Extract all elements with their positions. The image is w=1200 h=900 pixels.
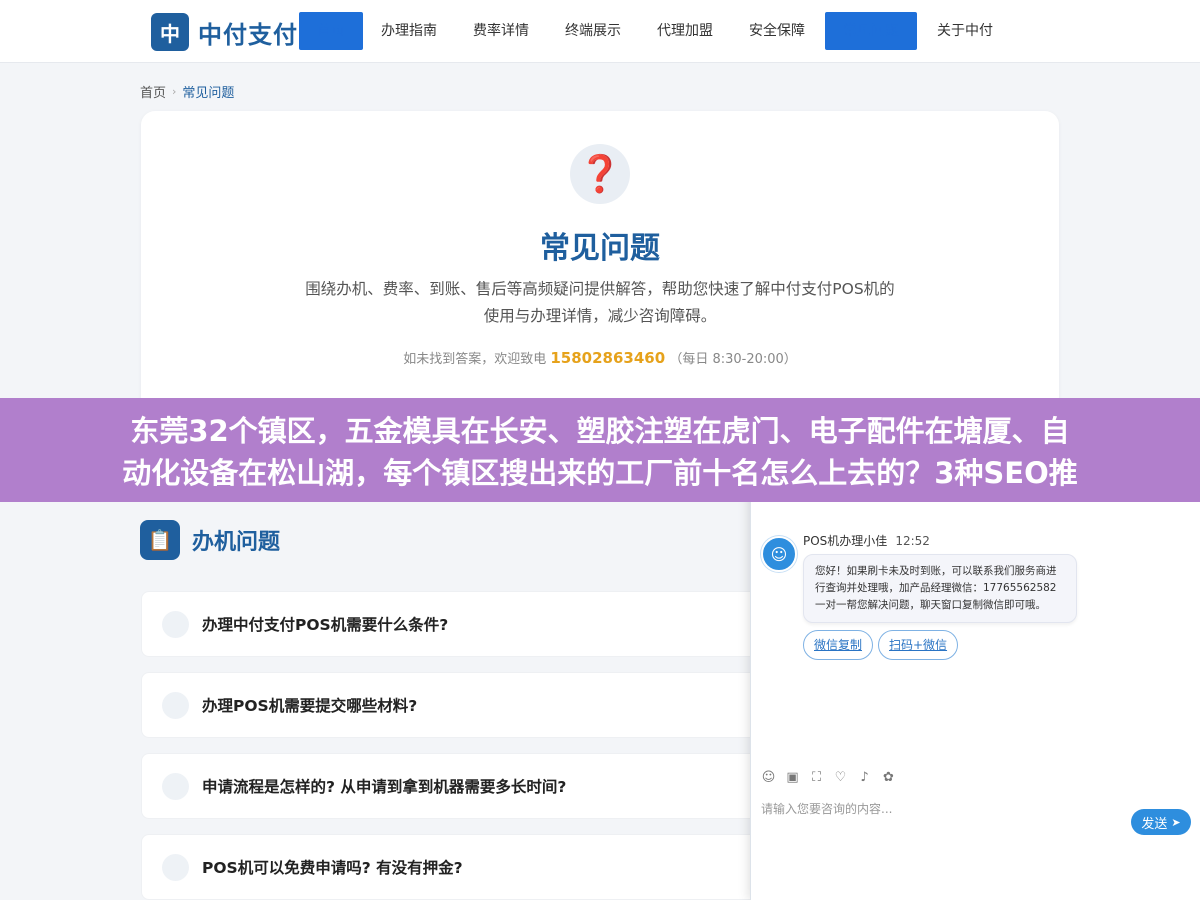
scan-wechat-button[interactable]: 扫码+微信: [878, 630, 959, 660]
faq-marker-icon: [162, 772, 189, 800]
nav-faq[interactable]: 常见问题: [825, 12, 917, 50]
agent-meta: POS机办理小佳 12:52: [803, 532, 930, 549]
faq-hero-card: ❓ 常见问题 围绕办机、费率、到账、售后等高频疑问提供解答，帮助您快速了解中付支…: [141, 111, 1059, 411]
chat-input[interactable]: 请输入您要咨询的内容...: [761, 800, 892, 817]
send-label: 发送: [1141, 816, 1168, 832]
contact-line: 如未找到答案，欢迎致电 15802863460 （每日 8:30-20:00）: [141, 348, 1059, 367]
breadcrumb-separator: ›: [172, 85, 177, 98]
section-title: 办机问题: [192, 530, 281, 555]
nav-security[interactable]: 安全保障: [731, 12, 823, 50]
section-heading: 📋 办机问题: [140, 520, 280, 560]
agent-name: POS机办理小佳: [803, 534, 888, 548]
image-icon[interactable]: ▣: [785, 770, 800, 785]
nav-terminals[interactable]: 终端展示: [547, 12, 639, 50]
screenshot-icon[interactable]: ⛶: [809, 770, 824, 785]
sound-icon[interactable]: ♪: [857, 770, 872, 785]
faq-question: 办理POS机需要提交哪些材料?: [202, 697, 418, 715]
nav-guide[interactable]: 办理指南: [363, 12, 455, 50]
logo[interactable]: 中 中付支付: [151, 13, 298, 51]
faq-marker-icon: [162, 853, 189, 881]
breadcrumb-home[interactable]: 首页: [140, 82, 166, 101]
chat-widget: ☺ POS机办理小佳 12:52 您好！如果刷卡未及时到账，可以联系我们服务商进行…: [750, 452, 1200, 900]
wechat-icon[interactable]: ✿: [881, 770, 896, 785]
overlay-banner: 东莞32个镇区，五金模具在长安、塑胶注塑在虎门、电子配件在塘厦、自 动化设备在松…: [0, 398, 1200, 502]
faq-question: 办理中付支付POS机需要什么条件?: [202, 616, 449, 634]
nav-home[interactable]: 首页: [299, 12, 363, 50]
copy-wechat-button[interactable]: 微信复制: [803, 630, 874, 660]
nav-rates[interactable]: 费率详情: [455, 12, 547, 50]
nav-agency[interactable]: 代理加盟: [639, 12, 731, 50]
contact-phone[interactable]: 15802863460: [550, 349, 665, 367]
breadcrumb: 首页 › 常见问题: [140, 82, 234, 101]
send-arrow-icon: ➤: [1171, 815, 1181, 829]
question-icon: ❓: [570, 144, 630, 204]
breadcrumb-current: 常见问题: [182, 86, 235, 101]
faq-marker-icon: [162, 691, 189, 719]
clipboard-icon: 📋: [140, 520, 180, 560]
emoji-icon[interactable]: ☺: [761, 770, 776, 785]
contact-hours: （每日 8:30-20:00）: [669, 352, 797, 367]
main-nav: 首页 办理指南 费率详情 终端展示 代理加盟 安全保障 常见问题 关于中付: [299, 12, 1011, 50]
faq-marker-icon: [162, 610, 189, 638]
logo-mark: 中: [151, 13, 189, 51]
banner-line-1: 东莞32个镇区，五金模具在长安、塑胶注塑在虎门、电子配件在塘厦、自: [130, 414, 1070, 448]
message-time: 12:52: [895, 534, 930, 548]
logo-text: 中付支付: [198, 20, 298, 49]
evaluate-icon[interactable]: ♡: [833, 770, 848, 785]
chat-toolbar: ☺ ▣ ⛶ ♡ ♪ ✿: [761, 770, 905, 785]
agent-message: 您好！如果刷卡未及时到账，可以联系我们服务商进行查询并处理哦，加产品经理微信：1…: [803, 554, 1077, 623]
page-description: 围绕办机、费率、到账、售后等高频疑问提供解答，帮助您快速了解中付支付POS机的使…: [305, 280, 895, 325]
send-button[interactable]: 发送 ➤: [1131, 809, 1191, 835]
banner-line-2: 动化设备在松山湖，每个镇区搜出来的工厂前十名怎么上去的？3种SEO推: [122, 456, 1078, 490]
faq-question: 申请流程是怎样的? 从申请到拿到机器需要多长时间?: [202, 778, 567, 796]
nav-about[interactable]: 关于中付: [919, 12, 1011, 50]
site-header: 中 中付支付 首页 办理指南 费率详情 终端展示 代理加盟 安全保障 常见问题 …: [0, 0, 1200, 63]
contact-prefix: 如未找到答案，欢迎致电: [403, 352, 547, 367]
agent-avatar-icon: ☺: [761, 536, 797, 572]
page-title: 常见问题: [540, 231, 660, 266]
faq-question: POS机可以免费申请吗? 有没有押金?: [202, 859, 463, 877]
